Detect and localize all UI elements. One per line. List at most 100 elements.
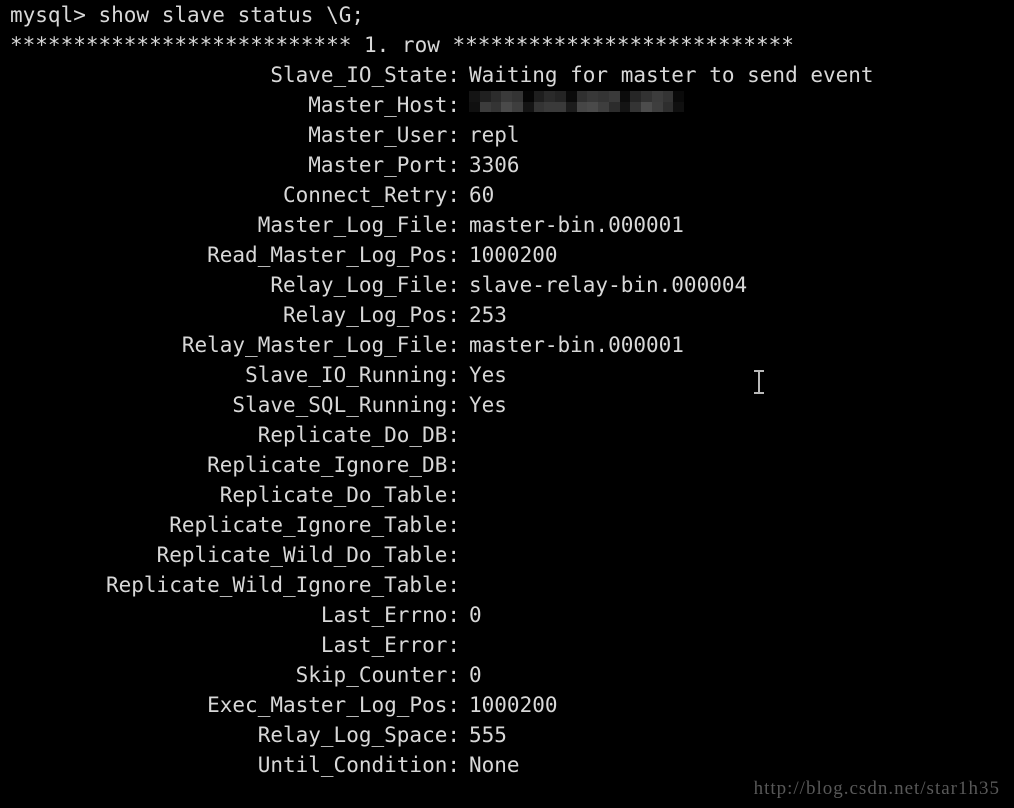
- status-field-row: Master_Host:: [0, 90, 1014, 120]
- status-field-value: Yes: [469, 393, 507, 417]
- redaction-block: [565, 91, 577, 102]
- status-field-row: Slave_IO_Running: Yes: [0, 360, 1014, 390]
- redaction-block: [490, 91, 502, 102]
- status-field-row: Connect_Retry: 60: [0, 180, 1014, 210]
- status-field-label: Master_Port:: [308, 153, 460, 177]
- command-prompt-line: mysql> show slave status \G;: [10, 3, 365, 27]
- redaction-block: [544, 91, 556, 102]
- status-field-list: Slave_IO_State: Waiting for master to sen…: [0, 60, 1014, 780]
- status-field-row: Replicate_Do_DB:: [0, 420, 1014, 450]
- redaction-block: [512, 102, 524, 112]
- status-field-row: Skip_Counter: 0: [0, 660, 1014, 690]
- status-field-value: 3306: [469, 153, 520, 177]
- redaction-block: [469, 102, 481, 112]
- redaction-block: [522, 91, 534, 102]
- redaction-block: [576, 91, 588, 102]
- redaction-block: [641, 102, 653, 112]
- status-field-label: Exec_Master_Log_Pos:: [207, 693, 460, 717]
- status-field-row: Relay_Log_File: slave-relay-bin.000004: [0, 270, 1014, 300]
- redaction-block: [490, 102, 502, 112]
- redaction-block: [533, 91, 545, 102]
- status-field-row: Relay_Master_Log_File: master-bin.000001: [0, 330, 1014, 360]
- status-field-row: Replicate_Wild_Do_Table:: [0, 540, 1014, 570]
- status-field-row: Replicate_Do_Table:: [0, 480, 1014, 510]
- status-field-value: 1000200: [469, 243, 558, 267]
- redaction-block: [522, 102, 534, 112]
- redaction-block: [479, 102, 491, 112]
- redaction-block: [533, 102, 545, 112]
- row-separator-line: *************************** 1. row *****…: [10, 33, 794, 57]
- status-field-row: Slave_SQL_Running: Yes: [0, 390, 1014, 420]
- status-field-value: None: [469, 753, 520, 777]
- redaction-block: [662, 102, 674, 112]
- status-field-value: Yes: [469, 363, 507, 387]
- redaction-block: [619, 102, 631, 112]
- status-field-row: Master_Port: 3306: [0, 150, 1014, 180]
- status-field-row: Relay_Log_Space: 555: [0, 720, 1014, 750]
- status-field-label: Master_User:: [308, 123, 460, 147]
- terminal-output[interactable]: mysql> show slave status \G; ***********…: [0, 0, 1014, 808]
- watermark-url: http://blog.csdn.net/star1h35: [753, 778, 1000, 799]
- redaction-block: [673, 91, 684, 102]
- status-field-label: Relay_Log_Pos:: [282, 303, 460, 327]
- status-field-row: Replicate_Ignore_DB:: [0, 450, 1014, 480]
- status-field-label: Replicate_Do_Table:: [219, 483, 460, 507]
- status-field-label: Read_Master_Log_Pos:: [207, 243, 460, 267]
- redaction-block: [501, 91, 513, 102]
- redacted-host-value: [469, 91, 684, 112]
- status-field-row: Master_Log_File: master-bin.000001: [0, 210, 1014, 240]
- status-field-value: 1000200: [469, 693, 558, 717]
- status-field-value: master-bin.000001: [469, 333, 684, 357]
- redaction-block: [651, 91, 663, 102]
- status-field-label: Replicate_Ignore_Table:: [169, 513, 460, 537]
- status-field-row: Replicate_Ignore_Table:: [0, 510, 1014, 540]
- status-field-value: 60: [469, 183, 495, 207]
- status-field-label: Master_Host:: [308, 93, 460, 117]
- status-field-label: Connect_Retry:: [282, 183, 460, 207]
- status-field-label: Replicate_Ignore_DB:: [207, 453, 460, 477]
- status-field-label: Replicate_Wild_Do_Table:: [156, 543, 460, 567]
- redaction-block: [598, 102, 610, 112]
- status-field-row: Read_Master_Log_Pos: 1000200: [0, 240, 1014, 270]
- status-field-row: Replicate_Wild_Ignore_Table:: [0, 570, 1014, 600]
- status-field-row: Relay_Log_Pos: 253: [0, 300, 1014, 330]
- status-field-label: Last_Error:: [320, 633, 460, 657]
- status-field-row: Master_User: repl: [0, 120, 1014, 150]
- status-field-value: slave-relay-bin.000004: [469, 273, 748, 297]
- status-field-label: Relay_Log_Space:: [257, 723, 460, 747]
- redaction-block: [651, 102, 663, 112]
- redaction-block: [555, 91, 567, 102]
- redaction-block: [565, 102, 577, 112]
- redaction-block: [576, 102, 588, 112]
- status-field-label: Slave_IO_Running:: [245, 363, 460, 387]
- redaction-block: [608, 102, 620, 112]
- redaction-block: [641, 91, 653, 102]
- status-field-label: Relay_Master_Log_File:: [181, 333, 460, 357]
- status-field-value: 555: [469, 723, 507, 747]
- redaction-block: [619, 91, 631, 102]
- status-field-row: Exec_Master_Log_Pos: 1000200: [0, 690, 1014, 720]
- status-field-value: Waiting for master to send event: [469, 63, 874, 87]
- redaction-block: [469, 91, 481, 102]
- redaction-block: [630, 91, 642, 102]
- status-field-value: 0: [469, 603, 482, 627]
- status-field-value: repl: [469, 123, 520, 147]
- redaction-block: [501, 102, 513, 112]
- status-field-label: Skip_Counter:: [295, 663, 460, 687]
- status-field-label: Replicate_Wild_Ignore_Table:: [105, 573, 460, 597]
- redaction-block: [587, 91, 599, 102]
- status-field-label: Slave_SQL_Running:: [232, 393, 460, 417]
- status-field-value: master-bin.000001: [469, 213, 684, 237]
- redaction-block: [479, 91, 491, 102]
- redaction-block: [512, 91, 524, 102]
- status-field-label: Master_Log_File:: [257, 213, 460, 237]
- redaction-block: [630, 102, 642, 112]
- status-field-row: Slave_IO_State: Waiting for master to sen…: [0, 60, 1014, 90]
- redaction-block: [673, 102, 684, 112]
- status-field-row: Last_Error:: [0, 630, 1014, 660]
- status-field-value: 253: [469, 303, 507, 327]
- redaction-block: [608, 91, 620, 102]
- redaction-block: [544, 102, 556, 112]
- status-field-label: Relay_Log_File:: [270, 273, 460, 297]
- status-field-label: Last_Errno:: [320, 603, 460, 627]
